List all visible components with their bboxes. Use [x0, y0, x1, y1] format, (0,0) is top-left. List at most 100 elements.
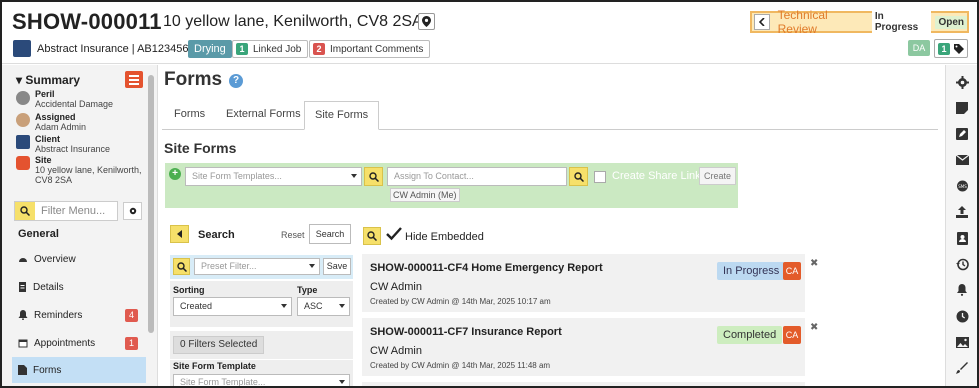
linked-job-button[interactable]: 1 Linked Job — [232, 40, 309, 58]
brush-icon[interactable] — [955, 361, 969, 375]
tachometer-icon — [19, 258, 27, 262]
nav-label-appointments: Appointments — [34, 337, 96, 349]
status-name: Technical Review — [777, 8, 828, 36]
filter-menu-input[interactable]: Filter Menu... — [14, 201, 118, 221]
preset-filter-select[interactable]: Preset Filter... — [194, 258, 320, 275]
summary-peril-value: Accidental Damage — [35, 99, 114, 109]
nav-item-appointments[interactable]: Appointments 1 — [12, 330, 146, 356]
image-icon[interactable] — [955, 335, 969, 349]
filters-selected-button[interactable]: 0 Filters Selected — [173, 336, 265, 354]
map-pin-icon — [422, 16, 431, 27]
bell-icon[interactable] — [955, 283, 969, 297]
collapse-filters-button[interactable] — [170, 225, 189, 243]
status-badge: In Progress — [717, 262, 786, 280]
nav-item-reminders[interactable]: Reminders 4 — [12, 302, 146, 328]
list-item[interactable]: SHOW-000011-CF4 Home Emergency Report In… — [362, 254, 805, 312]
sms-icon[interactable]: SMS — [955, 179, 969, 193]
contact-icon[interactable] — [955, 231, 969, 245]
preset-filter-row: Preset Filter... Save — [170, 255, 353, 279]
bell-icon — [18, 310, 28, 320]
form-created-meta: Created by CW Admin @ 14th Mar, 2025 10:… — [370, 297, 551, 306]
template-filter-placeholder: Site Form Template... — [180, 377, 266, 387]
summary-client-value: Abstract Insurance — [35, 144, 111, 154]
summary-site-label: Site — [35, 155, 52, 165]
map-pin-button[interactable] — [418, 13, 435, 30]
appointments-count: 1 — [125, 337, 138, 350]
important-comments-button[interactable]: 2 Important Comments — [309, 40, 431, 58]
nav-item-details[interactable]: Details — [12, 274, 146, 300]
filters-selected-panel: 0 Filters Selected — [170, 331, 353, 359]
save-preset-button[interactable]: Save — [323, 258, 351, 275]
create-button[interactable]: Create — [699, 167, 736, 185]
form-assignee: CW Admin — [370, 281, 422, 293]
status-back-button[interactable] — [754, 14, 770, 30]
menu-settings-button[interactable] — [123, 202, 142, 220]
tab-forms[interactable]: Forms — [164, 101, 215, 130]
filters-search-heading: Search — [198, 229, 235, 241]
sidebar-scrollbar[interactable] — [148, 75, 154, 333]
form-created-meta: Created by CW Admin @ 14th Mar, 2025 11:… — [370, 361, 551, 370]
history-icon[interactable] — [955, 257, 969, 271]
summary-title[interactable]: ▾ Summary — [16, 73, 80, 87]
list-item[interactable]: SHOW-000011-CF7 Insurance Report Complet… — [362, 318, 805, 376]
assigned-avatar — [16, 113, 30, 127]
mail-icon[interactable] — [955, 153, 969, 167]
client-icon — [16, 135, 30, 149]
assignee-tag[interactable]: CW Admin (Me) — [390, 188, 460, 202]
assign-contact-input[interactable]: Assign To Contact... — [387, 167, 567, 186]
job-header: SHOW-000011 10 yellow lane, Kenilworth, … — [2, 2, 977, 64]
list-item[interactable] — [362, 382, 805, 386]
close-icon[interactable]: ✖ — [810, 258, 818, 269]
site-form-template-select[interactable]: Site Form Templates... — [185, 167, 362, 186]
tags-button[interactable]: 1 — [934, 39, 968, 58]
share-link-checkbox[interactable] — [594, 171, 606, 183]
template-search-button[interactable] — [364, 167, 383, 186]
preset-search-button[interactable] — [173, 258, 190, 275]
client-logo — [13, 40, 31, 57]
hide-embedded-label: Hide Embedded — [405, 231, 484, 243]
client-line: Abstract Insurance | AB123456 — [37, 43, 189, 55]
page-title: Forms — [164, 69, 223, 90]
status-badge: Completed — [717, 326, 783, 344]
template-filter-select[interactable]: Site Form Template... — [173, 374, 350, 387]
summary-title-text: Summary — [25, 73, 81, 87]
plus-icon: + — [169, 168, 181, 180]
summary-assigned-label: Assigned — [35, 112, 76, 122]
nav-item-overview[interactable]: Overview — [12, 246, 146, 272]
search-icon — [367, 231, 377, 241]
form-title: SHOW-000011-CF4 Home Emergency Report — [370, 262, 603, 274]
close-icon[interactable]: ✖ — [810, 322, 818, 333]
filters-search-button[interactable]: Search — [309, 224, 351, 244]
gear-icon[interactable] — [955, 75, 969, 89]
caret-down-icon — [339, 380, 345, 384]
clock-icon[interactable] — [955, 309, 969, 323]
important-comments-count: 2 — [313, 43, 325, 55]
type-select[interactable]: ASC — [297, 297, 350, 316]
edit-icon[interactable] — [955, 127, 969, 141]
assign-search-button[interactable] — [569, 167, 588, 186]
user-initials-badge[interactable]: DA — [908, 40, 930, 56]
summary-site-value2: CV8 2SA — [35, 175, 73, 185]
tab-external-forms[interactable]: External Forms — [216, 101, 311, 130]
reset-link[interactable]: Reset — [281, 230, 305, 240]
sorting-select[interactable]: Created — [173, 297, 292, 316]
menu-toggle-button[interactable] — [125, 71, 143, 88]
summary-peril: Peril Accidental Damage — [35, 89, 113, 109]
tag-count: 1 — [938, 42, 950, 55]
job-address: 10 yellow lane, Kenilworth, CV8 2SA — [163, 13, 423, 30]
job-id: SHOW-000011 — [12, 9, 162, 34]
help-icon[interactable]: ? — [229, 74, 243, 88]
left-sidebar: ▾ Summary Peril Accidental Damage Assign… — [2, 65, 158, 386]
type-label: Type — [297, 285, 318, 295]
status-progress-chip: In Progress — [871, 10, 932, 34]
nav-item-forms[interactable]: Forms — [12, 357, 146, 383]
upload-icon[interactable] — [955, 205, 969, 219]
list-search-button[interactable] — [363, 227, 381, 245]
summary-site: Site 10 yellow lane, Kenilworth, CV8 2SA — [35, 155, 142, 185]
tab-site-forms[interactable]: Site Forms — [304, 101, 380, 130]
linked-job-count: 1 — [236, 43, 248, 55]
note-icon[interactable] — [955, 101, 969, 115]
section-title: Site Forms — [164, 140, 237, 156]
summary-assigned: Assigned Adam Admin — [35, 112, 86, 132]
checkmark-icon[interactable] — [386, 227, 402, 241]
